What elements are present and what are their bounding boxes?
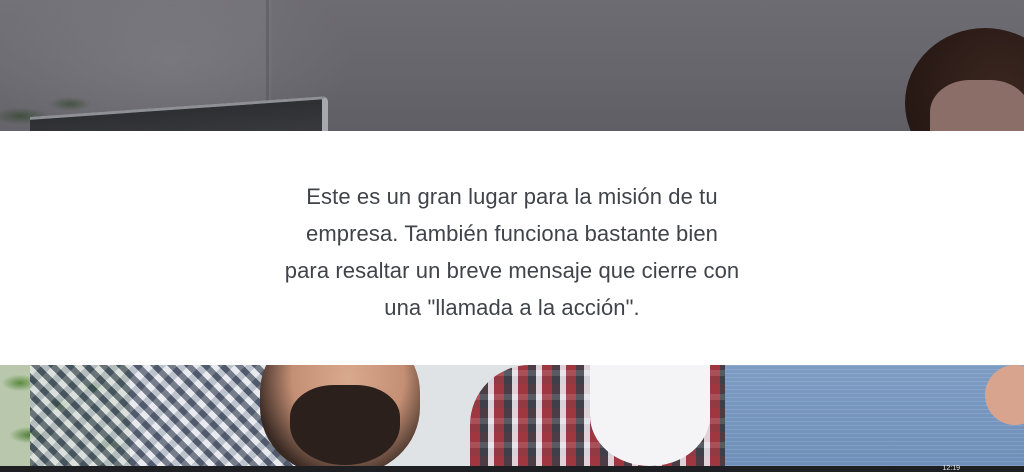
- hero-bottom-person1-beard: [290, 385, 400, 465]
- page: Este es un gran lugar para la misión de …: [0, 0, 1024, 472]
- taskbar-clock: 12:19: [942, 465, 960, 472]
- hero-image-bottom: [0, 365, 1024, 466]
- hero-bottom-person2-tee: [590, 365, 710, 466]
- hero-bottom-person3-shirt: [725, 365, 1024, 466]
- hero-image-top: [0, 0, 1024, 131]
- mission-text: Este es un gran lugar para la misión de …: [284, 184, 740, 320]
- mission-section: Este es un gran lugar para la misión de …: [0, 131, 1024, 365]
- taskbar: 12:19: [0, 465, 1024, 472]
- hero-top-person-face: [930, 80, 1024, 131]
